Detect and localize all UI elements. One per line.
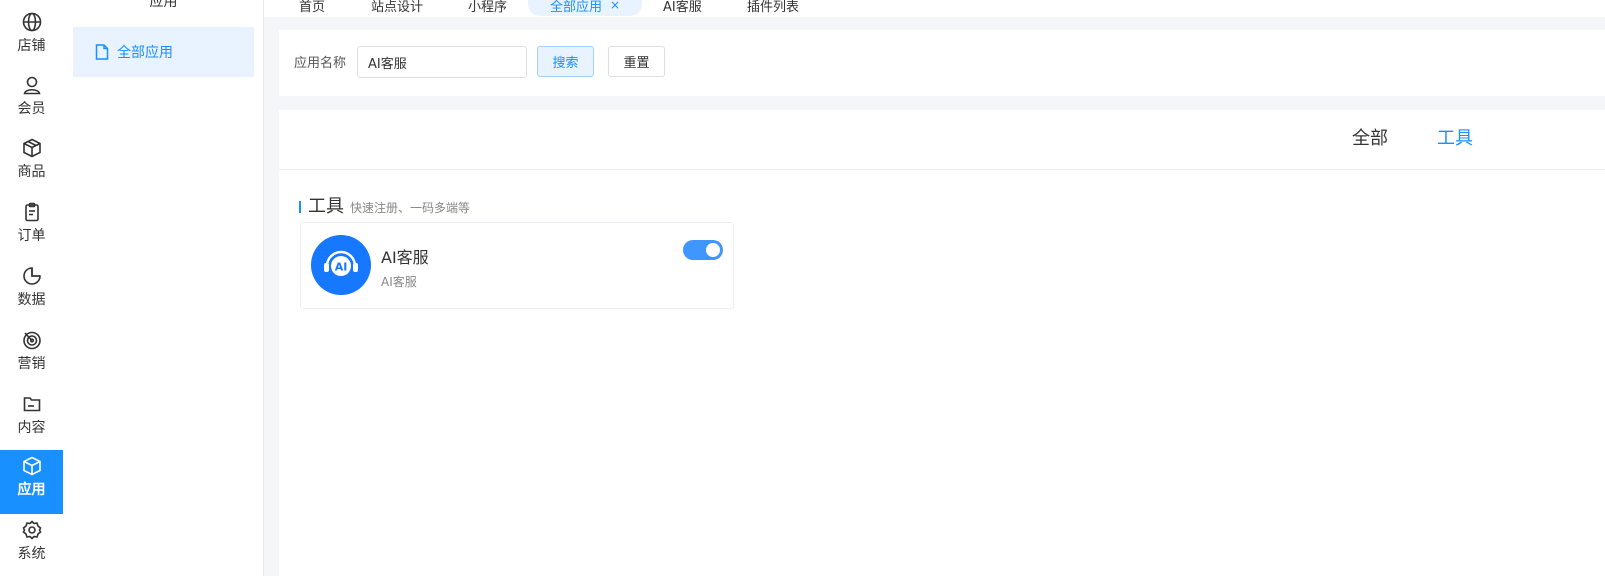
- tab-label: 站点设计: [371, 0, 424, 15]
- rail-item-goods[interactable]: 商品: [0, 132, 63, 196]
- rail-item-label: 系统: [17, 546, 46, 562]
- toggle-knob: [706, 243, 720, 257]
- category-tab-all[interactable]: 全部: [1352, 124, 1388, 150]
- pie-chart-icon: [22, 267, 41, 285]
- app-enable-toggle[interactable]: [683, 240, 723, 260]
- tab-label: AI客服: [663, 0, 702, 15]
- rail-item-apps[interactable]: 应用: [0, 450, 63, 514]
- clipboard-icon: [24, 202, 39, 222]
- folder-icon: [23, 397, 40, 412]
- rail-item-members[interactable]: 会员: [0, 69, 63, 133]
- section-subtitle: 快速注册、一码多端等: [350, 201, 471, 215]
- tab-home[interactable]: 首页: [299, 0, 325, 16]
- tab-ai-service[interactable]: AI客服: [663, 0, 702, 16]
- tab-plugin-list[interactable]: 插件列表: [747, 0, 799, 16]
- rail-item-label: 内容: [17, 420, 46, 436]
- rail-item-label: 会员: [17, 101, 46, 117]
- tab-site-design[interactable]: 站点设计: [371, 0, 423, 16]
- section-title: 工具: [308, 196, 344, 217]
- main-nav-rail: 店铺 会员 商品 订单 数据 营销 内容 应用 系统: [0, 0, 63, 576]
- rail-item-label: 店铺: [17, 38, 46, 54]
- reset-button[interactable]: 重置: [608, 46, 665, 77]
- search-button[interactable]: 搜索: [537, 46, 594, 77]
- app-description: AI客服: [381, 275, 417, 289]
- gear-icon: [21, 520, 42, 540]
- logo-text: AI: [335, 261, 348, 274]
- box-icon: [22, 138, 41, 158]
- app-name-label: 应用名称: [294, 56, 347, 71]
- close-icon[interactable]: ×: [610, 0, 620, 12]
- tab-label: 小程序: [468, 0, 508, 15]
- sub-sidebar-title: 应用: [149, 0, 178, 10]
- ai-service-logo-icon: AI: [311, 235, 371, 295]
- rail-item-label: 商品: [17, 164, 46, 180]
- rail-item-system[interactable]: 系统: [0, 514, 63, 576]
- rail-item-label: 数据: [17, 292, 46, 308]
- headset-icon: AI: [324, 250, 358, 276]
- target-icon: [22, 331, 41, 350]
- rail-item-content[interactable]: 内容: [0, 388, 63, 452]
- document-icon: [95, 44, 109, 60]
- rail-item-label: 应用: [17, 482, 46, 498]
- tab-all-apps[interactable]: 全部应用 ×: [528, 0, 643, 16]
- tab-label: 全部应用: [550, 0, 603, 15]
- category-tab-tools[interactable]: 工具: [1437, 124, 1473, 150]
- sub-sidebar-item-label: 全部应用: [117, 45, 173, 61]
- app-name: AI客服: [381, 248, 429, 267]
- app-name-input[interactable]: [357, 46, 527, 78]
- cube-icon: [22, 456, 41, 476]
- rail-item-label: 营销: [17, 356, 46, 372]
- tab-label: 插件列表: [747, 0, 800, 15]
- tab-mini-program[interactable]: 小程序: [468, 0, 507, 16]
- globe-icon: [22, 12, 41, 32]
- page-tabs-bar: 首页 站点设计 小程序 全部应用 × AI客服 插件列表: [264, 0, 1605, 17]
- user-icon: [23, 76, 40, 95]
- sub-sidebar: 应用 全部应用: [63, 0, 264, 576]
- rail-item-marketing[interactable]: 营销: [0, 324, 63, 388]
- tab-label: 首页: [299, 0, 326, 15]
- section-header: 工具 快速注册、一码多端等: [299, 196, 470, 218]
- section-accent-bar: [299, 201, 301, 213]
- category-tabs: 全部 工具: [279, 110, 1605, 170]
- rail-item-orders[interactable]: 订单: [0, 196, 63, 260]
- rail-item-store[interactable]: 店铺: [0, 6, 63, 70]
- sub-sidebar-item-all-apps[interactable]: 全部应用: [73, 27, 254, 77]
- rail-item-data[interactable]: 数据: [0, 260, 63, 324]
- app-list-panel: 全部 工具 工具 快速注册、一码多端等 AI AI客服 AI客服: [279, 110, 1605, 576]
- app-card[interactable]: AI AI客服 AI客服: [300, 222, 734, 309]
- search-form: 应用名称 搜索 重置: [279, 30, 1605, 96]
- rail-item-label: 订单: [17, 228, 46, 244]
